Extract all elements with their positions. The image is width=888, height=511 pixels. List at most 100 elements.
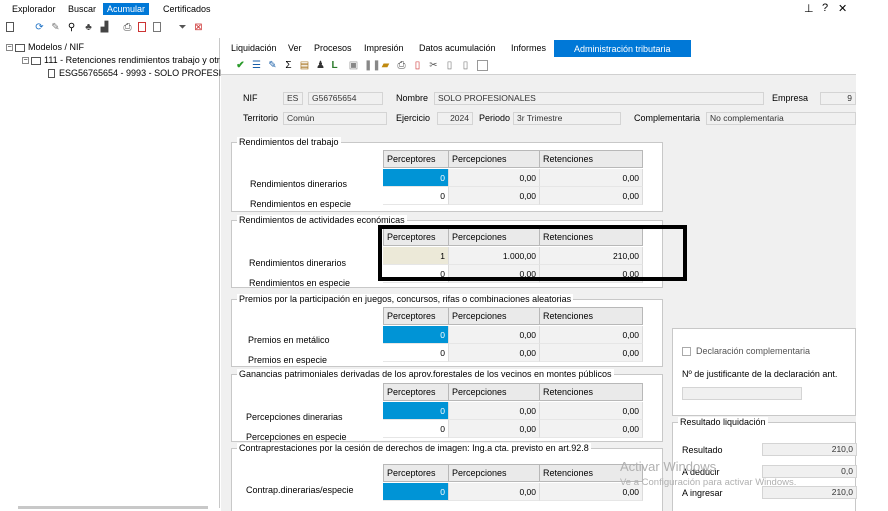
clear-filter-icon[interactable]: ⊠ xyxy=(193,22,204,33)
percepciones-cell[interactable]: 0,00 xyxy=(449,187,540,205)
collapse-icon[interactable]: − xyxy=(22,57,29,65)
folder-open-icon[interactable]: ▰ xyxy=(380,60,391,71)
resultado-field[interactable]: 210,0 xyxy=(762,443,857,456)
tree-model[interactable]: − 111 - Retenciones rendimientos trabajo … xyxy=(22,55,220,65)
checkbox-icon[interactable] xyxy=(682,347,691,357)
tab-informes[interactable]: Informes xyxy=(511,43,546,53)
declaracion-panel: Declaración complementaria Nº de justifi… xyxy=(672,328,856,416)
perceptores-cell[interactable]: 0 xyxy=(383,169,449,187)
percepciones-cell[interactable]: 0,00 xyxy=(449,483,540,501)
horizontal-scrollbar[interactable] xyxy=(18,506,208,509)
declaracion-complementaria-checkbox[interactable]: Declaración complementaria xyxy=(682,346,810,357)
num-justificante-label: Nº de justificante de la declaración ant… xyxy=(682,369,838,379)
pdf-icon[interactable]: ▯ xyxy=(412,60,423,71)
collapse-icon[interactable]: − xyxy=(6,44,13,52)
tab-liquidacion[interactable]: Liquidación xyxy=(231,43,277,53)
ejercicio-label: Ejercicio xyxy=(396,113,431,123)
tab-impresion[interactable]: Impresión xyxy=(364,43,404,53)
nif-country-field[interactable]: ES xyxy=(283,92,303,105)
retenciones-cell[interactable]: 0,00 xyxy=(540,402,643,420)
nif-field[interactable]: G56765654 xyxy=(308,92,383,105)
percepciones-cell[interactable]: 0,00 xyxy=(449,326,540,344)
column-header: Perceptores xyxy=(383,150,449,168)
main-panel: Liquidación Ver Procesos Impresión Datos… xyxy=(221,38,857,511)
edit-icon[interactable]: ✎ xyxy=(50,22,61,33)
resultado-label: Resultado xyxy=(682,445,723,455)
percepciones-cell[interactable]: 0,00 xyxy=(449,420,540,438)
tree-root-label: Modelos / NIF xyxy=(28,42,85,52)
complementaria-field[interactable]: No complementaria xyxy=(706,112,856,125)
row-label: Rendimientos en especie xyxy=(250,199,352,209)
perceptores-cell[interactable]: 0 xyxy=(383,344,449,362)
row-label: Percepciones dinerarias xyxy=(246,412,343,422)
column-header: Perceptores xyxy=(383,383,449,401)
tools-icon[interactable]: ✂ xyxy=(428,60,439,71)
perceptores-cell[interactable]: 0 xyxy=(383,420,449,438)
retenciones-cell[interactable]: 0,00 xyxy=(540,344,643,362)
check-icon[interactable]: ✔ xyxy=(235,60,246,71)
percepciones-cell[interactable]: 0,00 xyxy=(449,402,540,420)
menu-acumular[interactable]: Acumular xyxy=(103,3,150,15)
folder-icon xyxy=(15,43,25,52)
menu-buscar[interactable]: Buscar xyxy=(68,4,96,14)
section-title: Rendimientos de actividades económicas xyxy=(237,215,407,225)
refresh-icon[interactable]: ⟳ xyxy=(34,22,45,33)
tree-model-label: 111 - Retenciones rendimientos trabajo y… xyxy=(44,55,220,65)
print-icon[interactable]: ⎙ xyxy=(122,22,133,33)
perceptores-cell[interactable]: 0 xyxy=(383,483,449,501)
header-form: NIF ES G56765654 Nombre SOLO PROFESIONAL… xyxy=(221,84,856,130)
column-header: Percepciones xyxy=(448,383,540,401)
tab-datos-acumulacion[interactable]: Datos acumulación xyxy=(419,43,496,53)
export-icon[interactable]: ▯ xyxy=(444,60,455,71)
percepciones-cell[interactable]: 0,00 xyxy=(449,344,540,362)
close-icon[interactable]: ✕ xyxy=(838,2,847,15)
new-document-icon[interactable] xyxy=(6,22,14,32)
retenciones-cell[interactable]: 0,00 xyxy=(540,420,643,438)
pause-icon[interactable]: ❚❚ xyxy=(364,60,381,71)
complementaria-label: Complementaria xyxy=(634,113,701,123)
territorio-field[interactable]: Común xyxy=(283,112,387,125)
section-ganancias-patrimoniales: Ganancias patrimoniales derivadas de los… xyxy=(231,369,663,442)
tab-administracion-tributaria[interactable]: Administración tributaria xyxy=(554,40,691,57)
row-label: Premios en metálico xyxy=(248,335,330,345)
pin-icon[interactable]: ⊥ xyxy=(804,2,814,15)
print-icon[interactable]: ⎙ xyxy=(396,60,407,71)
data-grid: Perceptores Percepciones Retenciones 0 0… xyxy=(383,464,643,504)
section-premios: Premios por la participación en juegos, … xyxy=(231,294,663,367)
num-justificante-field[interactable] xyxy=(682,387,802,400)
tree-item[interactable]: ESG56765654 - 9993 - SOLO PROFESIONA xyxy=(48,68,241,79)
nombre-field[interactable]: SOLO PROFESIONALES xyxy=(434,92,764,105)
tree-root[interactable]: − Modelos / NIF xyxy=(6,42,84,52)
ejercicio-field[interactable]: 2024 xyxy=(437,112,473,125)
retenciones-cell[interactable]: 0,00 xyxy=(540,169,643,187)
perceptores-cell[interactable]: 0 xyxy=(383,326,449,344)
users-icon[interactable]: ♣ xyxy=(83,22,94,33)
list-icon[interactable]: ☰ xyxy=(251,60,262,71)
user-icon[interactable]: ♟ xyxy=(315,60,326,71)
help-icon[interactable]: ? xyxy=(822,2,828,14)
window-icon[interactable] xyxy=(477,60,488,71)
periodo-field[interactable]: 3r Trimestre xyxy=(513,112,621,125)
filter-icon[interactable]: ⏷ xyxy=(177,22,188,33)
menu-certificados[interactable]: Certificados xyxy=(163,4,211,14)
sum-icon[interactable]: Σ xyxy=(283,60,294,71)
tab-procesos[interactable]: Procesos xyxy=(314,43,352,53)
retenciones-cell[interactable]: 0,00 xyxy=(540,187,643,205)
retenciones-cell[interactable]: 0,00 xyxy=(540,326,643,344)
tab-ver[interactable]: Ver xyxy=(288,43,302,53)
lc-icon[interactable]: L xyxy=(329,60,340,71)
percepciones-cell[interactable]: 0,00 xyxy=(449,169,540,187)
pdf-icon[interactable] xyxy=(138,22,146,32)
menu-explorador[interactable]: Explorador xyxy=(12,4,56,14)
calculator-icon[interactable]: ▤ xyxy=(299,60,310,71)
copy-icon[interactable]: ▯ xyxy=(460,60,471,71)
search-icon[interactable]: ⚲ xyxy=(66,22,77,33)
section-title: Contraprestaciones por la cesión de dere… xyxy=(237,443,591,453)
perceptores-cell[interactable]: 0 xyxy=(383,187,449,205)
empresa-field[interactable]: 9 xyxy=(820,92,856,105)
lock-icon[interactable]: ▣ xyxy=(348,60,359,71)
edit-icon[interactable]: ✎ xyxy=(267,60,278,71)
document-icon[interactable] xyxy=(153,22,161,32)
chart-icon[interactable]: ▟ xyxy=(99,22,110,33)
perceptores-cell[interactable]: 0 xyxy=(383,402,449,420)
